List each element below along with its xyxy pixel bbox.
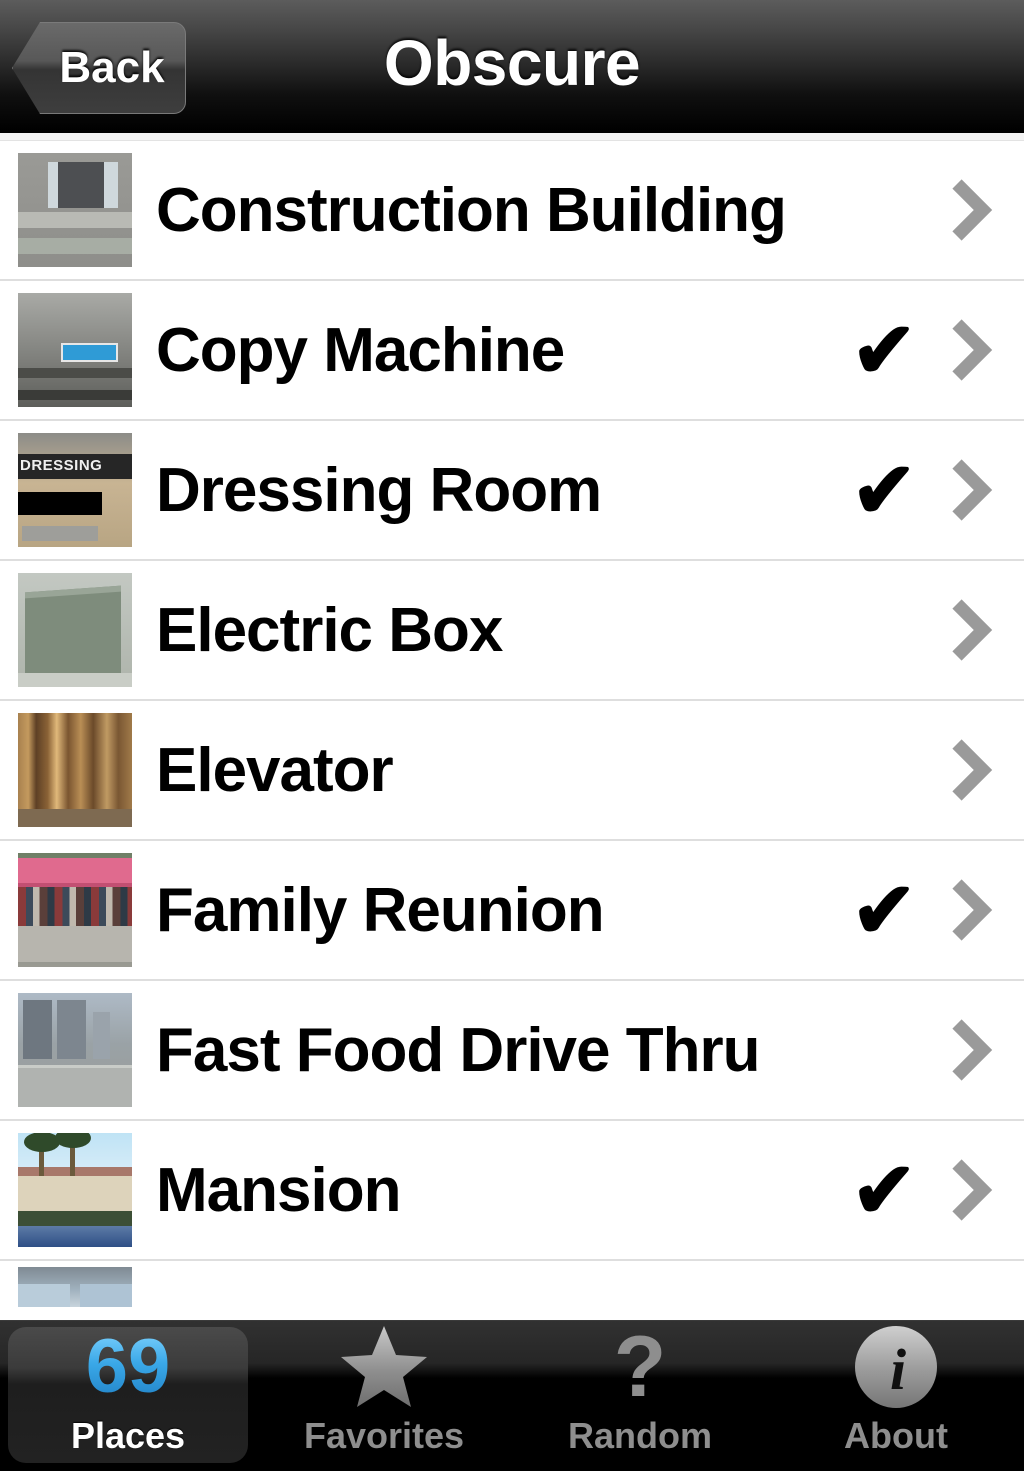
tab-favorites[interactable]: Favorites	[256, 1321, 512, 1471]
visited-checkmark-icon: ✔	[851, 446, 917, 534]
elevator-thumbnail	[18, 713, 132, 827]
places-list[interactable]: Construction Building ✔ Copy Machine ✔ D…	[0, 133, 1024, 1471]
table-row[interactable]: DRESSING Dressing Room ✔	[0, 421, 1024, 561]
disclosure-chevron-icon[interactable]	[938, 318, 1002, 382]
list-item-title: Dressing Room	[156, 455, 602, 525]
palm-tree-shape	[55, 1133, 92, 1177]
disclosure-chevron-icon[interactable]	[938, 1158, 1002, 1222]
list-item-title: Elevator	[156, 735, 394, 805]
dressing-room-thumbnail: DRESSING	[18, 433, 132, 547]
places-count: 69	[85, 1324, 171, 1409]
tab-label-about: About	[844, 1415, 948, 1456]
disclosure-chevron-icon[interactable]	[938, 598, 1002, 662]
palm-tree-shape	[23, 1133, 60, 1177]
tab-label-random: Random	[568, 1415, 712, 1456]
svg-text:i: i	[890, 1337, 906, 1402]
question-mark-icon: ?	[614, 1321, 667, 1413]
table-row[interactable]: Fast Food Drive Thru ✔	[0, 981, 1024, 1121]
list-item-title: Electric Box	[156, 595, 503, 665]
table-row[interactable]: Mansion ✔	[0, 1121, 1024, 1261]
table-row[interactable]: Copy Machine ✔	[0, 281, 1024, 421]
disclosure-chevron-icon[interactable]	[938, 1018, 1002, 1082]
count-badge-icon: 69	[86, 1321, 171, 1413]
thumbnail-sign-text: DRESSING	[20, 456, 103, 474]
copy-machine-thumbnail	[18, 293, 132, 407]
fast-food-drive-thru-thumbnail	[18, 993, 132, 1107]
tab-places[interactable]: 69 Places	[0, 1321, 256, 1471]
tab-about[interactable]: i About	[768, 1321, 1024, 1471]
family-reunion-thumbnail	[18, 853, 132, 967]
next-place-thumbnail	[18, 1267, 132, 1307]
visited-checkmark-icon: ✔	[851, 866, 917, 954]
list-item-title: Construction Building	[156, 175, 787, 245]
table-row[interactable]: Family Reunion ✔	[0, 841, 1024, 981]
electric-box-thumbnail	[18, 573, 132, 687]
disclosure-chevron-icon[interactable]	[938, 878, 1002, 942]
list-item-title: Family Reunion	[156, 875, 605, 945]
page-title: Obscure	[383, 27, 641, 99]
navigation-bar: Back Obscure	[0, 0, 1024, 133]
disclosure-chevron-icon[interactable]	[938, 458, 1002, 522]
disclosure-chevron-icon[interactable]	[938, 738, 1002, 802]
table-row[interactable]: Elevator ✔	[0, 701, 1024, 841]
mansion-thumbnail	[18, 1133, 132, 1247]
list-top-spacer	[0, 133, 1024, 141]
question-mark-glyph: ?	[613, 1319, 667, 1415]
table-row-partial[interactable]	[0, 1261, 1024, 1307]
list-item-title: Copy Machine	[156, 315, 565, 385]
list-item-title: Mansion	[156, 1155, 401, 1225]
visited-checkmark-icon: ✔	[851, 1146, 917, 1234]
tab-label-places: Places	[70, 1415, 186, 1456]
tab-bar: 69 Places Favorites ? Random i About	[0, 1320, 1024, 1471]
visited-checkmark-icon: ✔	[851, 306, 917, 394]
list-item-title: Fast Food Drive Thru	[156, 1015, 760, 1085]
tab-random[interactable]: ? Random	[512, 1321, 768, 1471]
tab-label-favorites: Favorites	[303, 1415, 465, 1456]
construction-building-thumbnail	[18, 153, 132, 267]
app-screen: Back Obscure Construction Building ✔ Cop…	[0, 0, 1024, 1471]
star-icon	[338, 1321, 430, 1413]
info-circle-icon: i	[852, 1321, 940, 1413]
disclosure-chevron-icon[interactable]	[938, 178, 1002, 242]
table-row[interactable]: Construction Building ✔	[0, 141, 1024, 281]
table-row[interactable]: Electric Box ✔	[0, 561, 1024, 701]
